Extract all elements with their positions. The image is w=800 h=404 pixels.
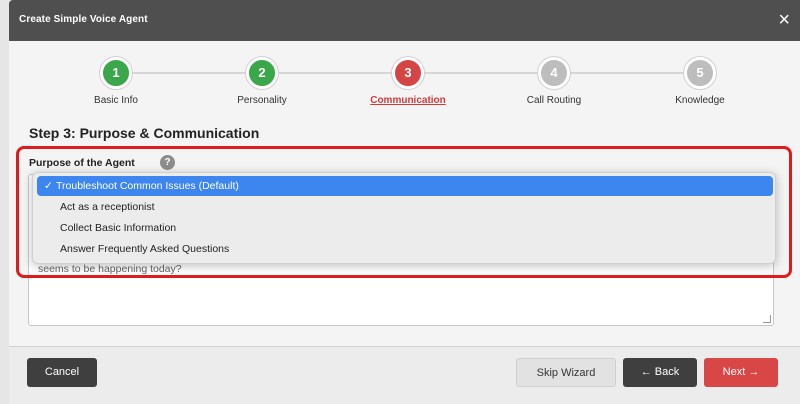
next-label: Next — [722, 366, 746, 378]
next-button[interactable]: Next → — [704, 358, 778, 387]
modal-titlebar: Create Simple Voice Agent × — [9, 0, 800, 41]
step-call-routing[interactable]: 4 Call Routing — [494, 57, 614, 106]
wizard-stepper: 1 Basic Info 2 Personality 3 Communicati… — [49, 57, 779, 117]
step-2-circle: 2 — [246, 57, 278, 89]
step-3-circle: 3 — [392, 57, 424, 89]
back-button[interactable]: ← Back — [623, 358, 697, 387]
arrow-left-icon: ← — [640, 366, 652, 378]
modal-body: 1 Basic Info 2 Personality 3 Communicati… — [9, 41, 800, 346]
step-personality[interactable]: 2 Personality — [202, 57, 322, 106]
step-basic-info[interactable]: 1 Basic Info — [56, 57, 176, 106]
back-label: Back — [654, 366, 680, 378]
step-1-circle: 1 — [100, 57, 132, 89]
modal-title: Create Simple Voice Agent — [19, 14, 148, 25]
step-1-label: Basic Info — [94, 95, 138, 106]
step-communication[interactable]: 3 Communication — [348, 57, 468, 106]
highlight-annotation-box — [16, 146, 792, 278]
step-heading: Step 3: Purpose & Communication — [29, 125, 260, 141]
step-5-label: Knowledge — [675, 95, 725, 106]
step-3-label: Communication — [370, 95, 446, 106]
step-2-label: Personality — [237, 95, 287, 106]
cancel-button[interactable]: Cancel — [27, 358, 97, 387]
step-4-circle: 4 — [538, 57, 570, 89]
skip-wizard-button[interactable]: Skip Wizard — [516, 358, 616, 387]
modal-footer: Cancel Skip Wizard ← Back Next → — [9, 346, 800, 404]
close-icon[interactable]: × — [778, 8, 790, 32]
step-4-label: Call Routing — [526, 95, 582, 106]
step-knowledge[interactable]: 5 Knowledge — [640, 57, 760, 106]
wizard-modal: Create Simple Voice Agent × 1 Basic Info… — [9, 0, 800, 404]
arrow-right-icon: → — [748, 366, 760, 378]
step-5-circle: 5 — [684, 57, 716, 89]
resize-grip-icon[interactable] — [763, 315, 771, 323]
